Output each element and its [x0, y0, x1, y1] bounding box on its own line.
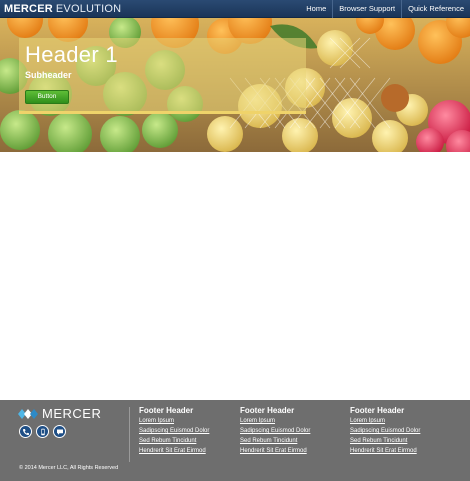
footer-column-header: Footer Header — [350, 406, 405, 415]
footer-column-1: Footer Header Lorem Ipsum Sadipscing Eui… — [139, 406, 209, 458]
top-nav-bar: MERCER EVOLUTION Home Browser Support Qu… — [0, 0, 470, 18]
footer-link[interactable]: Sadipscing Euismod Dolor — [240, 428, 310, 434]
footer-link[interactable]: Hendrerit Sit Erat Eirmod — [240, 448, 310, 454]
nav-link-home[interactable]: Home — [300, 0, 332, 18]
page-footer: MERCER Footer Header Lorem Ipsum Sadipsc… — [0, 400, 470, 481]
hero-title: Header 1 — [25, 42, 118, 67]
hero-subtitle: Subheader — [25, 70, 72, 80]
phone-icon[interactable] — [19, 425, 32, 438]
footer-link[interactable]: Hendrerit Sit Erat Eirmod — [350, 448, 420, 454]
hero-callout-panel: Header 1 Subheader Button — [19, 38, 306, 114]
footer-link[interactable]: Sadipscing Euismod Dolor — [350, 428, 420, 434]
chat-icon[interactable] — [53, 425, 66, 438]
footer-link[interactable]: Sadipscing Euismod Dolor — [139, 428, 209, 434]
social-icons — [19, 425, 66, 438]
footer-column-header: Footer Header — [139, 406, 194, 415]
footer-link[interactable]: Sed Rebum Tincidunt — [240, 438, 310, 444]
brand-name: MERCER — [4, 2, 53, 15]
hero-button[interactable]: Button — [25, 90, 69, 104]
mobile-icon[interactable] — [36, 425, 49, 438]
footer-column-2: Footer Header Lorem Ipsum Sadipscing Eui… — [240, 406, 310, 458]
hero-banner: Header 1 Subheader Button — [0, 18, 470, 152]
footer-column-header: Footer Header — [240, 406, 295, 415]
footer-link[interactable]: Hendrerit Sit Erat Eirmod — [139, 448, 209, 454]
footer-link[interactable]: Lorem Ipsum — [350, 418, 420, 424]
footer-link[interactable]: Lorem Ipsum — [240, 418, 310, 424]
brand-product-name: EVOLUTION — [55, 2, 122, 15]
copyright-text: © 2014 Mercer LLC, All Rights Reserved — [19, 465, 119, 471]
footer-link[interactable]: Sed Rebum Tincidunt — [139, 438, 209, 444]
main-nav: Home Browser Support Quick Reference — [300, 0, 470, 18]
nav-link-quick-reference[interactable]: Quick Reference — [401, 0, 470, 18]
brand-logo[interactable]: MERCER EVOLUTION — [0, 3, 121, 15]
footer-divider — [129, 407, 130, 462]
footer-link[interactable]: Sed Rebum Tincidunt — [350, 438, 420, 444]
footer-column-3: Footer Header Lorem Ipsum Sadipscing Eui… — [350, 406, 420, 458]
footer-logo-text: MERCER — [42, 406, 102, 421]
footer-logo[interactable]: MERCER — [18, 406, 101, 421]
footer-link[interactable]: Lorem Ipsum — [139, 418, 209, 424]
nav-link-browser-support[interactable]: Browser Support — [332, 0, 401, 18]
mercer-logo-icon — [18, 408, 38, 419]
